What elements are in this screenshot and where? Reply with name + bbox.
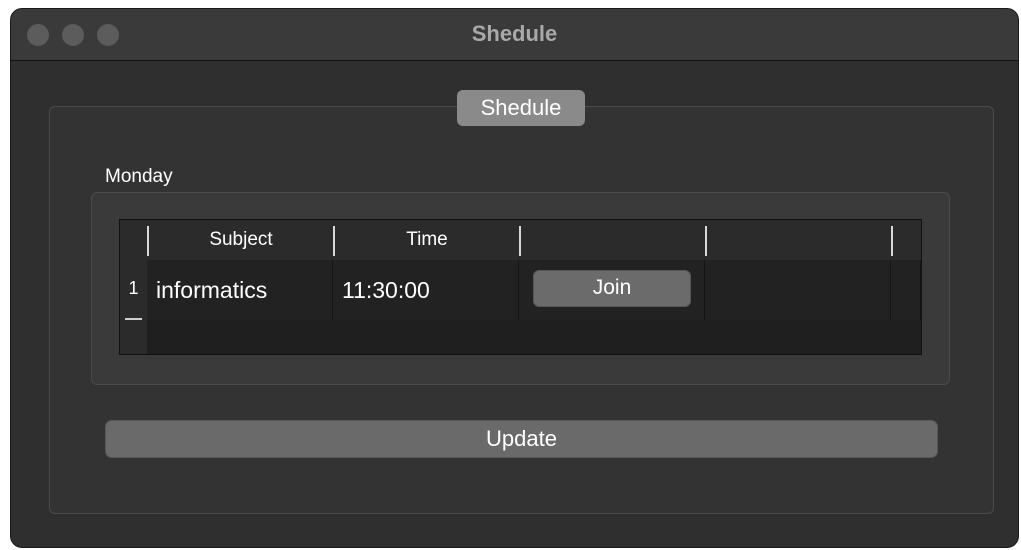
app-window: Shedule Shedule Monday Subject Time 1 in…: [10, 8, 1019, 548]
header-separator: [891, 226, 893, 256]
title-bar[interactable]: Shedule: [11, 9, 1018, 61]
schedule-table: Subject Time 1 informatics 11:30:00 Join: [119, 219, 922, 355]
join-button[interactable]: Join: [533, 270, 691, 307]
day-label: Monday: [105, 166, 173, 187]
row-separator-dash: [125, 318, 142, 320]
table-cell-filler: [891, 260, 921, 320]
schedule-group-title: Shedule: [457, 90, 585, 126]
table-cell-subject[interactable]: informatics: [147, 260, 333, 320]
column-header-time[interactable]: Time: [335, 220, 519, 260]
table-cell-empty[interactable]: [705, 260, 891, 320]
column-header-subject[interactable]: Subject: [149, 220, 333, 260]
table-corner[interactable]: [120, 220, 147, 260]
column-header-4[interactable]: [707, 220, 891, 260]
table-cell-time[interactable]: 11:30:00: [333, 260, 519, 320]
row-header[interactable]: 1: [120, 260, 147, 354]
row-number: 1: [128, 278, 139, 298]
table-header: Subject Time: [147, 220, 921, 260]
column-header-3[interactable]: [521, 220, 705, 260]
window-title: Shedule: [471, 21, 558, 46]
update-button[interactable]: Update: [105, 420, 938, 458]
